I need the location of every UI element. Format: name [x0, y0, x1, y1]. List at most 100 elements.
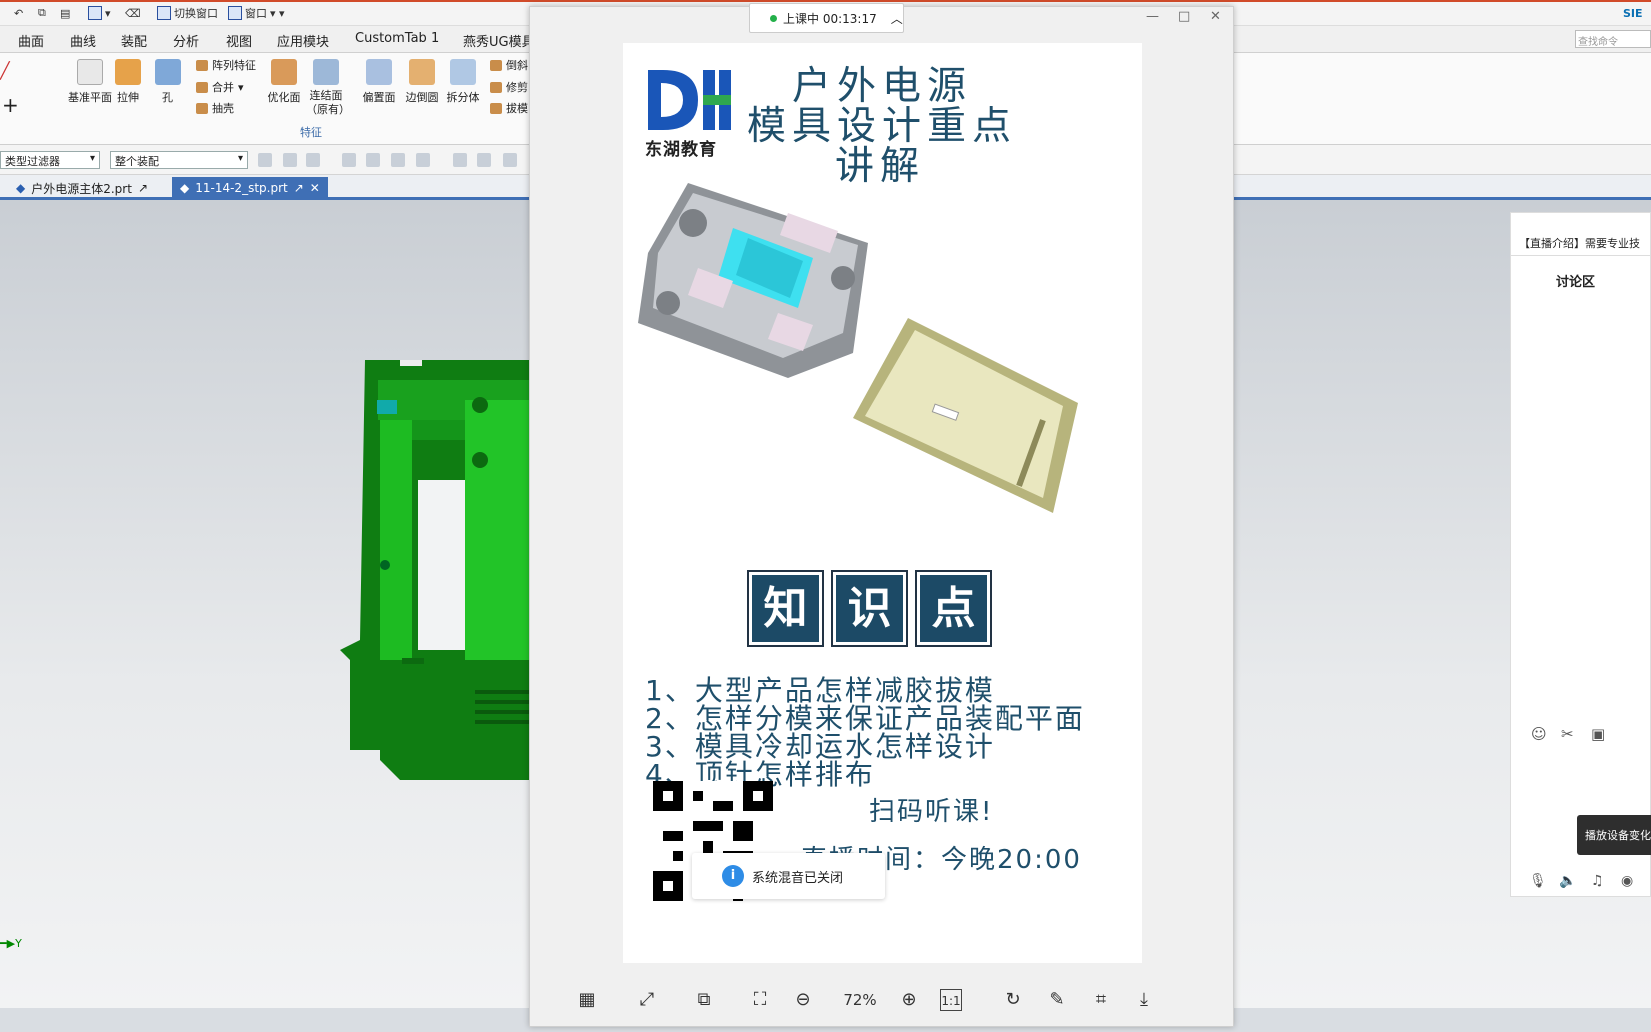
add-tool-icon[interactable]: [306, 153, 320, 167]
chamfer-button[interactable]: 倒斜: [490, 57, 528, 73]
part-file-icon: ◆: [16, 181, 26, 195]
maximize-button[interactable]: □: [1178, 9, 1190, 24]
shell-icon: [196, 102, 208, 114]
popout-icon[interactable]: ↗: [294, 181, 304, 195]
copy-icon[interactable]: ⧉: [38, 5, 46, 21]
feature-group-label: 特征: [300, 126, 322, 139]
draft-label: 拔模: [506, 102, 528, 115]
image-icon[interactable]: ▣: [1591, 725, 1605, 743]
tab-label: 11-14-2_stp.prt: [195, 181, 288, 195]
paste-icon[interactable]: ▤: [60, 5, 70, 21]
live-status-pill[interactable]: 上课中 00:13:17 ︿: [749, 3, 904, 33]
edit-icon[interactable]: ✎: [1046, 989, 1068, 1011]
hole-button[interactable]: 孔: [150, 59, 185, 105]
menu-curve[interactable]: 曲线: [70, 31, 96, 50]
knowledge-box-2: 识: [831, 570, 908, 647]
mold-assembly-image: [638, 183, 868, 378]
shell-button[interactable]: 抽壳: [196, 100, 234, 116]
green-housing-model[interactable]: [340, 360, 530, 780]
pattern-icon: [196, 59, 208, 71]
draft-icon: [490, 102, 502, 114]
window-menu-button[interactable]: 窗口 ▾ ▾: [228, 5, 285, 21]
switch-window-button[interactable]: 切换窗口: [157, 5, 218, 21]
axis-label: Y: [15, 937, 22, 950]
type-filter-select[interactable]: 类型过滤器: [0, 151, 100, 169]
edge-blend-button[interactable]: 边倒圆: [402, 59, 442, 105]
tab-label: 户外电源主体2.prt: [31, 181, 132, 196]
snap-tool-icon[interactable]: [283, 153, 297, 167]
rotate-icon[interactable]: ↻: [1002, 989, 1024, 1011]
emoji-icon[interactable]: ☺: [1531, 725, 1547, 743]
hole-icon: [154, 59, 181, 85]
undo-icon[interactable]: ↶: [14, 5, 23, 21]
pattern-button[interactable]: 阵列特征: [196, 57, 256, 73]
zoom-out-icon[interactable]: ⊖: [792, 989, 814, 1011]
minimize-button[interactable]: —: [1146, 9, 1159, 24]
split-body-icon: [450, 59, 476, 85]
toast-notification: i 系统混音已关闭: [692, 853, 885, 899]
linked-face-button[interactable]: 连结面（原有）: [306, 59, 350, 117]
unite-button[interactable]: 合并 ▾: [196, 79, 244, 95]
scope-select[interactable]: 整个装配: [110, 151, 248, 169]
menu-analysis[interactable]: 分析: [173, 31, 199, 50]
discussion-tab[interactable]: 讨论区: [1556, 271, 1595, 290]
eraser-icon[interactable]: ⌫: [125, 5, 141, 21]
menu-application[interactable]: 应用模块: [277, 31, 329, 50]
move-tool-icon[interactable]: [342, 153, 356, 167]
hole-label: 孔: [162, 91, 173, 104]
device-change-tooltip: 播放设备变化: [1577, 815, 1651, 855]
extrude-button[interactable]: 拉伸: [108, 59, 148, 105]
lasso-tool-icon[interactable]: [391, 153, 405, 167]
cube-view-icon[interactable]: [477, 153, 491, 167]
location-icon[interactable]: ◉: [1621, 873, 1633, 889]
draft-button[interactable]: 拔模: [490, 100, 528, 116]
music-icon[interactable]: ♫: [1591, 873, 1604, 889]
trim-button[interactable]: 修剪: [490, 79, 528, 95]
datum-label: 基准平面: [68, 91, 112, 104]
point-icon[interactable]: +: [2, 93, 19, 117]
offset-face-button[interactable]: 偏置面: [358, 59, 400, 105]
line-icon[interactable]: ╱: [0, 61, 10, 80]
display-mode-icon[interactable]: ▾: [88, 5, 111, 21]
thumbnails-icon[interactable]: ▦: [576, 989, 598, 1011]
download-icon[interactable]: ⤓: [1133, 989, 1155, 1011]
divider: [1511, 255, 1651, 256]
menu-customtab[interactable]: CustomTab 1: [355, 31, 439, 46]
edge-blend-label: 边倒圆: [405, 91, 439, 104]
ocr-icon[interactable]: ⧉: [693, 989, 715, 1011]
split-body-button[interactable]: 拆分体: [443, 59, 483, 105]
microphone-icon[interactable]: 🎙: [1529, 873, 1547, 889]
live-side-panel: 【直播介绍】需要专业技 讨论区 ☺ ✂ ▣ 播放设备变化 🎙 🔈 ♫ ◉: [1510, 212, 1651, 897]
zoom-in-icon[interactable]: ⊕: [898, 989, 920, 1011]
fit-screen-icon[interactable]: ⤢: [636, 989, 658, 1011]
chevron-up-icon[interactable]: ︿: [891, 10, 903, 27]
fullscreen-icon[interactable]: ⛶: [749, 989, 771, 1011]
popout-icon[interactable]: ↗: [138, 181, 148, 195]
speaker-icon[interactable]: 🔈: [1559, 873, 1576, 889]
menu-view[interactable]: 视图: [226, 31, 252, 50]
window-label: 窗口: [245, 7, 267, 20]
menu-surface[interactable]: 曲面: [18, 31, 44, 50]
tab-outdoor-power[interactable]: ◆ 户外电源主体2.prt ↗: [8, 177, 156, 199]
actual-size-button[interactable]: 1:1: [940, 989, 962, 1011]
edge-blend-icon: [409, 59, 435, 85]
tab-stp[interactable]: ◆ 11-14-2_stp.prt ↗ ✕: [172, 177, 328, 199]
select-tool-icon[interactable]: [258, 153, 272, 167]
command-search-input[interactable]: 查找命令: [1575, 30, 1651, 48]
close-button[interactable]: ✕: [1210, 9, 1221, 24]
rotate-tool-icon[interactable]: [366, 153, 380, 167]
crop-icon[interactable]: ⌗: [1090, 989, 1112, 1011]
axis-tool-icon[interactable]: [503, 153, 517, 167]
extrude-label: 拉伸: [117, 91, 139, 104]
live-intro-text: 【直播介绍】需要专业技: [1519, 237, 1640, 250]
split-label: 拆分体: [446, 91, 480, 104]
linked-label: 连结面（原有）: [306, 89, 350, 116]
scissors-icon[interactable]: ✂: [1561, 725, 1574, 743]
close-icon[interactable]: ✕: [310, 181, 320, 195]
solid-view-icon[interactable]: [453, 153, 467, 167]
menu-yanxiu[interactable]: 燕秀UG模具: [463, 31, 535, 50]
menu-assembly[interactable]: 装配: [121, 31, 147, 50]
extrude-icon: [115, 59, 141, 85]
optimize-face-button[interactable]: 优化面: [264, 59, 304, 105]
box-select-icon[interactable]: [416, 153, 430, 167]
